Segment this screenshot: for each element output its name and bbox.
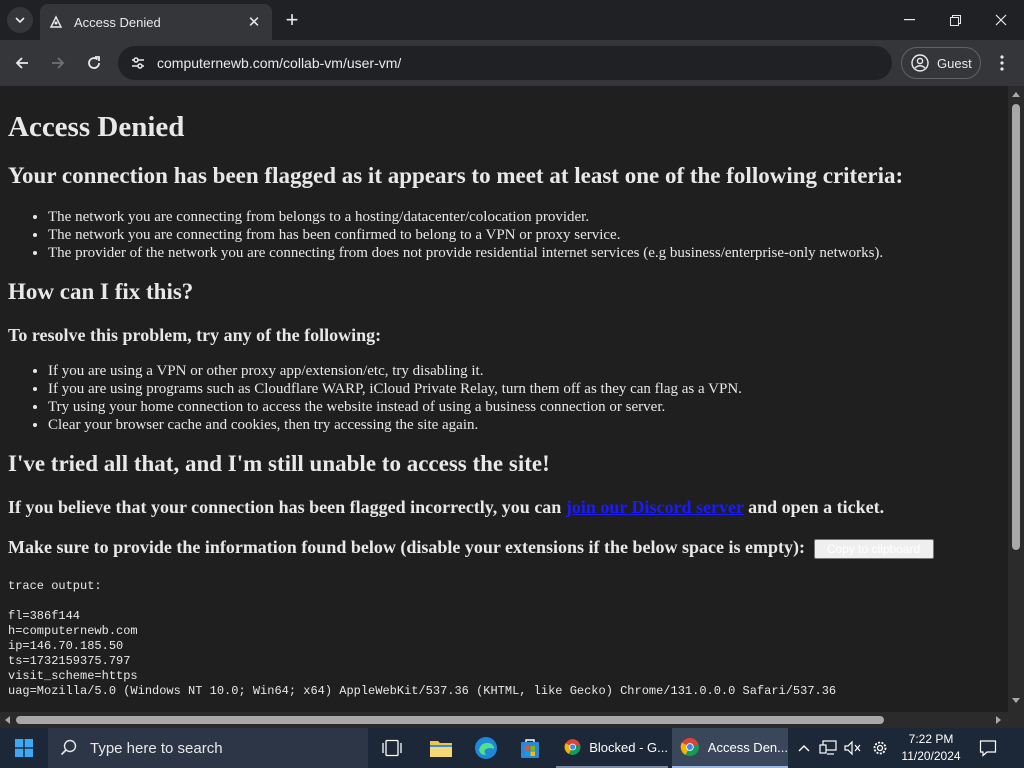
discord-link[interactable]: join our Discord server (566, 497, 744, 517)
profile-icon (911, 54, 929, 72)
ticket-prefix: If you believe that your connection has … (8, 497, 562, 517)
list-item: Try using your home connection to access… (48, 398, 1000, 416)
tried-heading: I've tried all that, and I'm still unabl… (8, 451, 550, 476)
profile-label: Guest (937, 55, 972, 71)
reload-icon[interactable] (80, 49, 108, 77)
horizontal-scroll-thumb[interactable] (16, 716, 884, 724)
taskbar-search-placeholder: Type here to search (90, 739, 223, 757)
tab-search-icon[interactable] (7, 7, 33, 33)
vertical-scrollbar[interactable] (1008, 86, 1024, 712)
page-title: Access Denied (8, 111, 185, 143)
list-item: If you are using a VPN or other proxy ap… (48, 362, 1000, 380)
page-viewport: Access Denied Your connection has been f… (0, 86, 1008, 712)
list-item: The network you are connecting from has … (48, 226, 1000, 244)
taskbar-app-label: Blocked - G... (589, 739, 668, 755)
notification-icon[interactable] (976, 728, 1000, 768)
chrome-icon (680, 738, 699, 757)
minimize-icon[interactable] (886, 0, 932, 40)
trace-output: trace output: fl=386f144 h=computernewb.… (8, 578, 837, 698)
back-icon[interactable] (8, 49, 36, 77)
tab-title: Access Denied (74, 14, 161, 30)
plus-icon[interactable]: + (282, 7, 302, 32)
chevron-up-icon[interactable] (792, 728, 816, 768)
taskbar-app-label: Access Den... (707, 739, 788, 755)
volume-icon[interactable] (840, 728, 864, 768)
flagged-heading: Your connection has been flagged as it a… (8, 163, 904, 188)
close-icon[interactable]: ✕ (244, 12, 264, 32)
provide-info-paragraph: Make sure to provide the information fou… (8, 536, 1000, 559)
menu-icon[interactable] (990, 49, 1014, 77)
window-close-icon[interactable] (978, 0, 1024, 40)
horizontal-scrollbar[interactable] (0, 712, 1008, 728)
windows-logo-icon[interactable] (0, 728, 48, 768)
list-item: If you are using programs such as Cloudf… (48, 380, 1000, 398)
ticket-paragraph: If you believe that your connection has … (8, 496, 1000, 518)
scrollbar-corner (1008, 712, 1024, 728)
list-item: Clear your browser cache and cookies, th… (48, 416, 1000, 434)
address-bar[interactable]: computernewb.com/collab-vm/user-vm/ (118, 46, 892, 80)
taskbar-clock[interactable]: 7:22 PM 11/20/2024 (896, 731, 966, 765)
store-icon[interactable] (508, 728, 552, 768)
edge-icon[interactable] (464, 728, 508, 768)
profile-button[interactable]: Guest (901, 47, 981, 79)
url-text[interactable]: computernewb.com/collab-vm/user-vm/ (157, 55, 401, 71)
favicon-icon (48, 14, 64, 30)
scroll-right-icon[interactable] (996, 716, 1001, 724)
taskbar: Type here to search Blocked - G... Acces… (0, 728, 1024, 768)
ticket-suffix: and open a ticket. (748, 497, 885, 517)
criteria-list: The network you are connecting from belo… (48, 208, 1000, 262)
scroll-up-icon[interactable] (1012, 92, 1020, 97)
tab-access-denied[interactable]: Access Denied ✕ (40, 4, 272, 40)
maximize-icon[interactable] (932, 0, 978, 40)
clock-time: 7:22 PM (908, 732, 954, 746)
taskbar-app-blocked[interactable]: Blocked - G... (556, 728, 668, 768)
fix-heading: How can I fix this? (8, 279, 194, 304)
settings-icon[interactable] (868, 728, 892, 768)
vertical-scroll-thumb[interactable] (1012, 104, 1020, 550)
scroll-left-icon[interactable] (5, 716, 10, 724)
taskbar-search[interactable]: Type here to search (48, 728, 368, 768)
forward-icon[interactable] (44, 49, 72, 77)
list-item: The provider of the network you are conn… (48, 244, 1000, 262)
taskbar-app-access-denied[interactable]: Access Den... (672, 728, 788, 768)
resolve-heading: To resolve this problem, try any of the … (8, 325, 382, 345)
copy-button[interactable]: Copy to clipboard (813, 538, 934, 559)
search-icon (60, 739, 77, 756)
provide-info-text: Make sure to provide the information fou… (8, 537, 806, 557)
file-explorer-icon[interactable] (419, 728, 463, 768)
chrome-icon (564, 739, 581, 755)
clock-date: 11/20/2024 (901, 749, 961, 763)
scroll-down-icon[interactable] (1012, 698, 1020, 703)
fixes-list: If you are using a VPN or other proxy ap… (48, 362, 1000, 434)
task-view-icon[interactable] (370, 728, 414, 768)
list-item: The network you are connecting from belo… (48, 208, 1000, 226)
network-icon[interactable] (816, 728, 840, 768)
browser-toolbar: computernewb.com/collab-vm/user-vm/ Gues… (0, 40, 1024, 86)
site-info-icon[interactable] (128, 53, 148, 73)
tab-strip: Access Denied ✕ + (0, 0, 1024, 40)
